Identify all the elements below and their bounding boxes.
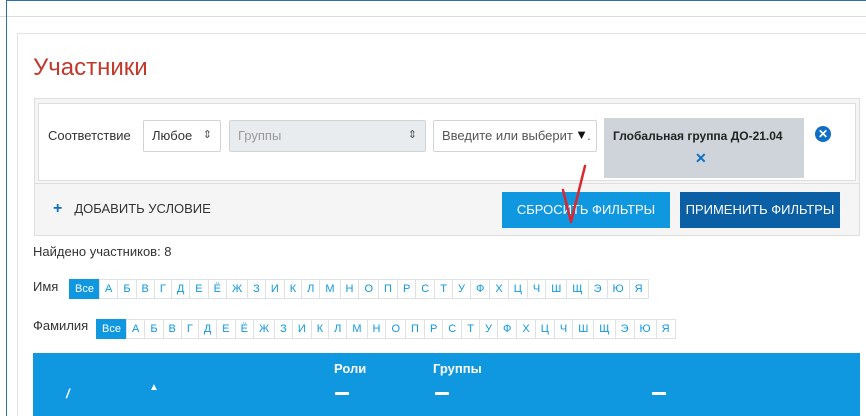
selected-value-chip xyxy=(604,118,804,178)
initial-letter-button[interactable]: Л xyxy=(301,279,321,299)
initial-letter-button[interactable]: С xyxy=(415,279,436,299)
dropdown-arrow-icon[interactable]: ▼ xyxy=(573,127,588,142)
groups-collapse-icon[interactable] xyxy=(435,392,449,395)
initial-letter-button[interactable]: А xyxy=(98,279,119,299)
apply-filters-button[interactable]: ПРИМЕНИТЬ ФИЛЬТРЫ xyxy=(680,192,840,228)
initial-letter-button[interactable]: Д xyxy=(170,279,191,299)
initial-letter-button[interactable]: П xyxy=(405,319,425,339)
initial-letter-button[interactable]: Х xyxy=(489,279,509,299)
initial-letter-button[interactable]: Е xyxy=(216,319,236,339)
initial-letter-button[interactable]: С xyxy=(442,319,463,339)
initial-letter-button[interactable]: Г xyxy=(180,319,199,339)
column-collapse-icon[interactable] xyxy=(652,392,666,395)
last-name-initials-label: Фамилия xyxy=(33,318,89,333)
initial-letter-button[interactable]: М xyxy=(346,319,368,339)
first-name-initials-label: Имя xyxy=(33,279,59,294)
initial-letter-button[interactable]: Ё xyxy=(234,319,254,339)
filter-divider xyxy=(35,183,859,184)
initial-letter-button[interactable]: О xyxy=(385,319,407,339)
autocomplete-placeholder: Введите или выберите... xyxy=(442,128,591,143)
groups-column-header[interactable]: Группы xyxy=(433,361,482,376)
initial-letter-button[interactable]: Т xyxy=(461,319,480,339)
initial-letter-button[interactable]: Ю xyxy=(633,319,657,339)
add-condition-label: ДОБАВИТЬ УСЛОВИЕ xyxy=(74,201,211,216)
initial-letter-button[interactable]: В xyxy=(162,319,182,339)
first-name-initials-bar: Все АБВГДЕЁЖЗИКЛМНОПРСТУФХЦЧШЩЭЮЯ xyxy=(69,279,649,299)
initial-letter-button[interactable]: З xyxy=(247,279,266,299)
participants-found-count: Найдено участников: 8 xyxy=(33,244,172,259)
frame-border-top xyxy=(6,0,866,1)
initial-all-button[interactable]: Все xyxy=(69,279,100,299)
initial-letter-button[interactable]: Б xyxy=(144,319,164,339)
match-select-value: Любое xyxy=(152,128,193,143)
initial-letter-button[interactable]: А xyxy=(125,319,146,339)
initial-letter-button[interactable]: Щ xyxy=(593,319,616,339)
initial-letter-button[interactable]: Щ xyxy=(566,279,589,299)
chip-remove-icon[interactable]: ✕ xyxy=(695,150,707,167)
initial-letter-button[interactable]: Т xyxy=(434,279,453,299)
plus-icon: + xyxy=(53,200,63,217)
initial-letter-button[interactable]: Н xyxy=(339,279,360,299)
initial-letter-button[interactable]: Ш xyxy=(572,319,595,339)
initial-letter-button[interactable]: К xyxy=(283,279,303,299)
browser-top-strip xyxy=(0,0,866,17)
filter-type-select[interactable]: Группы ⇕ xyxy=(229,120,426,152)
initial-letter-button[interactable]: К xyxy=(310,319,330,339)
initial-letter-button[interactable]: Ф xyxy=(496,319,518,339)
initial-letter-button[interactable]: Ф xyxy=(469,279,491,299)
sort-ascending-icon[interactable]: ▲ xyxy=(149,382,159,393)
last-name-initials-bar: Все АБВГДЕЁЖЗИКЛМНОПРСТУФХЦЧШЩЭЮЯ xyxy=(96,319,676,339)
initial-letter-button[interactable]: И xyxy=(291,319,312,339)
initial-letter-button[interactable]: Х xyxy=(516,319,536,339)
initial-letter-button[interactable]: Ш xyxy=(545,279,568,299)
initial-letter-button[interactable]: Л xyxy=(328,319,348,339)
initial-letter-button[interactable]: Ж xyxy=(225,279,249,299)
frame-border-left xyxy=(6,0,7,416)
initial-letter-button[interactable]: У xyxy=(451,279,471,299)
initial-letter-button[interactable]: Н xyxy=(366,319,387,339)
initial-letter-button[interactable]: Ч xyxy=(553,319,574,339)
value-autocomplete-input[interactable]: Введите или выберите... ▼ xyxy=(433,120,597,152)
roles-column-header[interactable]: Роли xyxy=(334,361,366,376)
initial-letter-button[interactable]: Э xyxy=(614,319,635,339)
initial-letter-button[interactable]: Р xyxy=(396,279,417,299)
initial-letter-button[interactable]: Я xyxy=(655,319,676,339)
initial-letter-button[interactable]: Р xyxy=(423,319,444,339)
select-arrows-icon: ⇕ xyxy=(202,129,212,141)
initial-letter-button[interactable]: О xyxy=(358,279,380,299)
initial-letter-button[interactable]: З xyxy=(274,319,293,339)
initial-letter-button[interactable]: Г xyxy=(153,279,172,299)
initial-all-button[interactable]: Все xyxy=(96,319,127,339)
initial-letter-button[interactable]: Е xyxy=(189,279,209,299)
page-title: Участники xyxy=(33,54,148,81)
initial-letter-button[interactable]: П xyxy=(378,279,398,299)
select-arrows-icon: ⇕ xyxy=(407,129,417,141)
initial-letter-button[interactable]: Б xyxy=(117,279,137,299)
initial-letter-button[interactable]: И xyxy=(264,279,285,299)
select-all-column[interactable]: / xyxy=(66,386,70,401)
initial-letter-button[interactable]: Я xyxy=(628,279,649,299)
initial-letter-button[interactable]: У xyxy=(478,319,498,339)
initial-letter-button[interactable]: Ц xyxy=(534,319,555,339)
initial-letter-button[interactable]: В xyxy=(135,279,155,299)
initial-letter-button[interactable]: Э xyxy=(587,279,608,299)
add-condition-button[interactable]: + ДОБАВИТЬ УСЛОВИЕ xyxy=(53,200,211,218)
initial-letter-button[interactable]: Ц xyxy=(507,279,528,299)
initial-letter-button[interactable]: Ж xyxy=(252,319,276,339)
initial-letter-button[interactable]: М xyxy=(319,279,341,299)
initial-letter-button[interactable]: Ч xyxy=(526,279,547,299)
match-select[interactable]: Любое ⇕ xyxy=(143,120,221,152)
filter-type-value: Группы xyxy=(238,128,282,143)
remove-condition-icon[interactable]: ✕ xyxy=(815,126,831,142)
initial-letter-button[interactable]: Д xyxy=(197,319,218,339)
initial-letter-button[interactable]: Ё xyxy=(207,279,227,299)
initial-letter-button[interactable]: Ю xyxy=(606,279,630,299)
match-label: Соответствие xyxy=(48,128,131,143)
checkmark-annotation xyxy=(561,164,587,224)
chip-label: Глобальная группа ДО-21.04 xyxy=(613,129,783,143)
roles-collapse-icon[interactable] xyxy=(335,392,349,395)
